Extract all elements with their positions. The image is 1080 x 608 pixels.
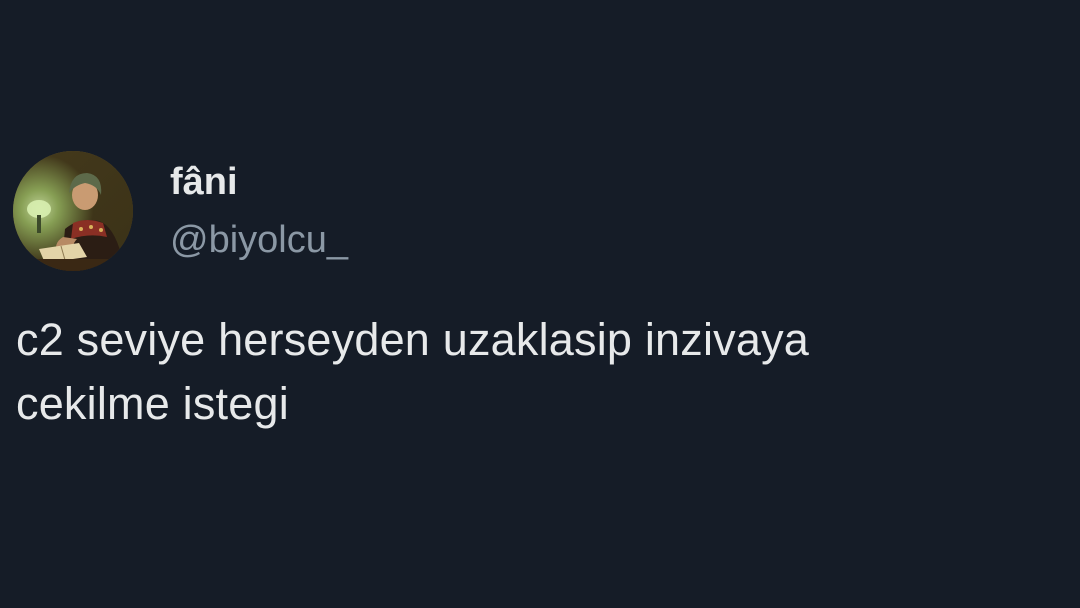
tweet-text: c2 seviye herseyden uzaklasip inzivaya c…	[16, 308, 1056, 436]
display-name[interactable]: fâni	[170, 160, 238, 204]
tweet-card: fâni @biyolcu_ c2 seviye herseyden uzakl…	[0, 0, 1080, 608]
profile-avatar-icon	[13, 151, 133, 271]
tweet-text-line: cekilme istegi	[16, 378, 289, 429]
tweet-text-line: c2 seviye herseyden uzaklasip inzivaya	[16, 314, 810, 365]
avatar[interactable]	[13, 151, 133, 271]
username-handle[interactable]: @biyolcu_	[170, 218, 348, 262]
